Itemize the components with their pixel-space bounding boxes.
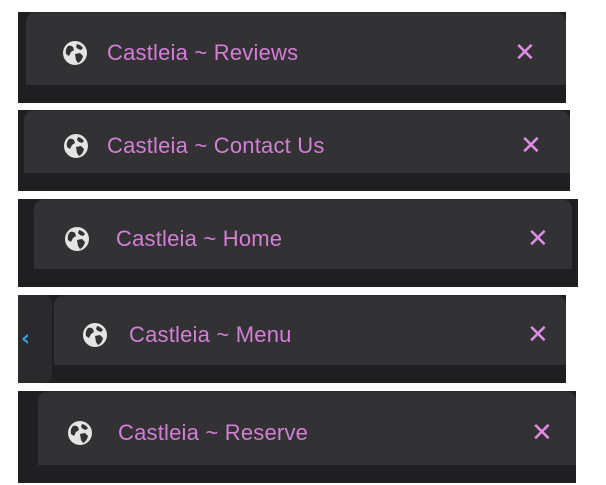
globe-icon bbox=[63, 133, 89, 159]
close-icon[interactable]: ✕ bbox=[527, 322, 549, 348]
tab-contact-us[interactable]: Castleia ~ Contact Us ✕ bbox=[24, 110, 570, 182]
globe-icon bbox=[62, 40, 88, 66]
tab-strip-reserve: Castleia ~ Reserve ✕ bbox=[18, 391, 576, 483]
tab-home[interactable]: Castleia ~ Home ✕ bbox=[34, 199, 572, 278]
close-icon[interactable]: ✕ bbox=[514, 40, 536, 66]
tab-foot bbox=[24, 173, 570, 182]
tab-reserve[interactable]: Castleia ~ Reserve ✕ bbox=[38, 391, 576, 474]
close-icon[interactable]: ✕ bbox=[527, 226, 549, 252]
close-icon[interactable]: ✕ bbox=[531, 420, 553, 446]
tab-title: Castleia ~ Reviews bbox=[107, 40, 299, 65]
tab-title: Castleia ~ Menu bbox=[129, 321, 292, 347]
tab-reviews[interactable]: Castleia ~ Reviews ✕ bbox=[26, 12, 566, 94]
tab-menu[interactable]: Castleia ~ Menu ✕ bbox=[54, 295, 566, 374]
tab-foot bbox=[54, 365, 566, 374]
scroll-left-button[interactable]: ‹ bbox=[18, 295, 52, 383]
tab-strip-home: Castleia ~ Home ✕ bbox=[18, 199, 578, 287]
tab-foot bbox=[34, 269, 572, 278]
tab-title: Castleia ~ Contact Us bbox=[107, 133, 325, 158]
chevron-left-icon: ‹ bbox=[21, 326, 31, 352]
tab-title: Castleia ~ Home bbox=[116, 225, 283, 251]
tab-strip-contact: Castleia ~ Contact Us ✕ bbox=[18, 110, 570, 191]
globe-icon bbox=[82, 322, 108, 348]
tab-foot bbox=[26, 85, 566, 94]
tab-strip-menu: ‹ Castleia ~ Menu ✕ bbox=[18, 295, 566, 383]
tab-title: Castleia ~ Reserve bbox=[118, 419, 309, 445]
tab-foot bbox=[38, 465, 576, 474]
close-icon[interactable]: ✕ bbox=[520, 133, 542, 159]
globe-icon bbox=[67, 420, 93, 446]
tab-strip-reviews: Castleia ~ Reviews ✕ bbox=[18, 12, 566, 103]
globe-icon bbox=[64, 226, 90, 252]
